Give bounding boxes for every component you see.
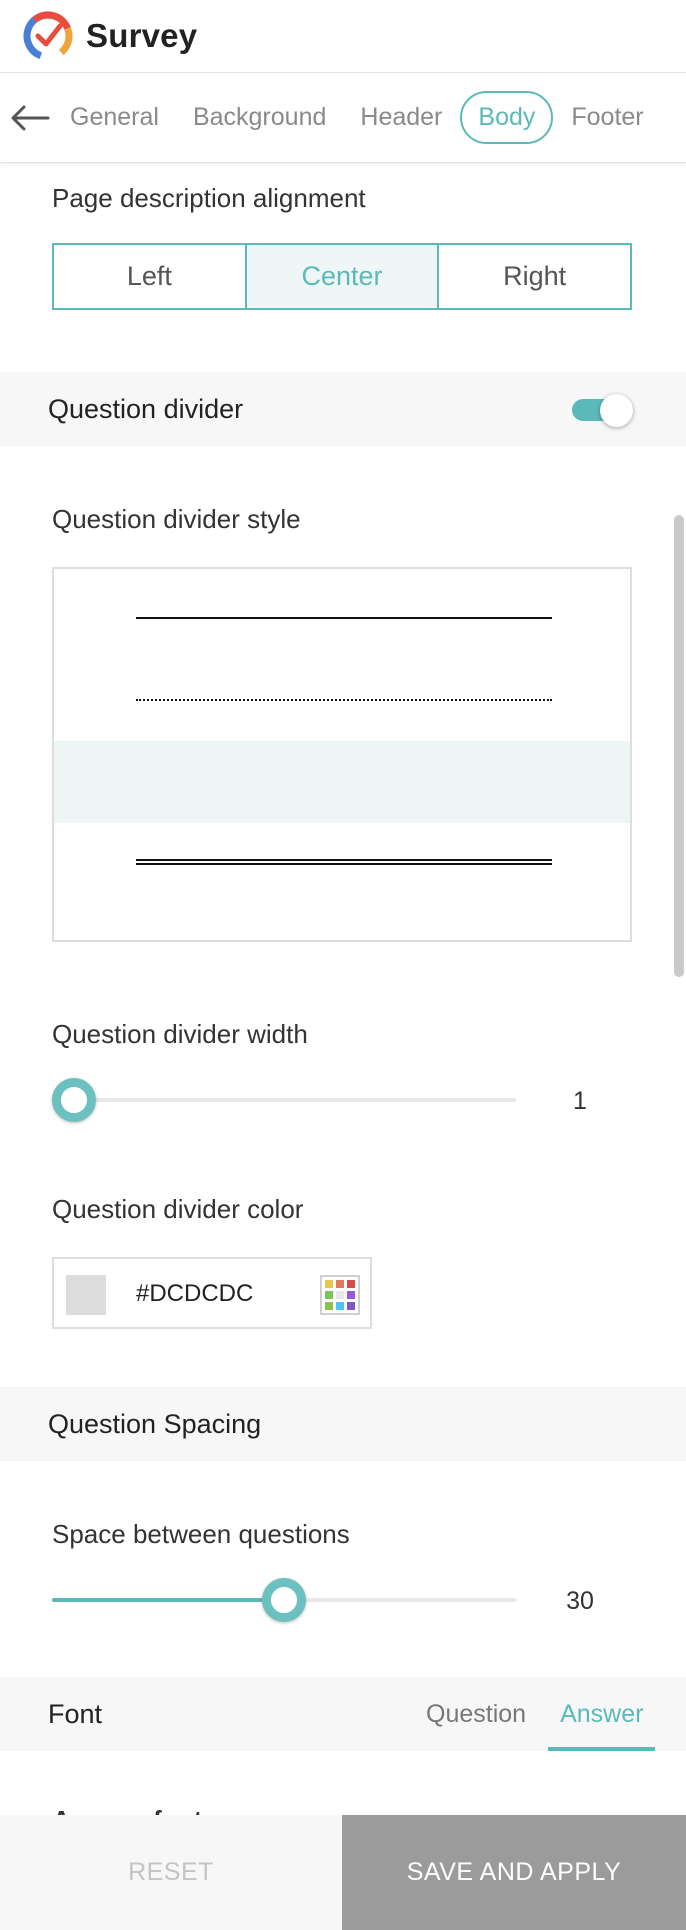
- question-spacing-value: 30: [566, 1587, 594, 1615]
- question-spacing-title: Question Spacing: [48, 1408, 262, 1439]
- divider-style-solid[interactable]: [54, 577, 630, 659]
- slider-thumb[interactable]: [52, 1078, 96, 1122]
- divider-color-field[interactable]: #DCDCDC: [52, 1257, 372, 1329]
- answer-font-label: Answer font: [52, 1805, 202, 1815]
- app-header: Survey: [0, 0, 686, 73]
- align-center-button[interactable]: Center: [246, 245, 440, 308]
- divider-style-dashed[interactable]: [54, 741, 630, 823]
- tab-footer[interactable]: Footer: [571, 93, 643, 142]
- question-divider-title: Question divider: [48, 393, 244, 424]
- tab-general[interactable]: General: [70, 93, 159, 142]
- divider-style-dotted[interactable]: [54, 659, 630, 741]
- toggle-knob: [600, 394, 633, 427]
- font-tabs: Question Answer: [404, 1677, 656, 1751]
- color-hex-value: #DCDCDC: [136, 1280, 254, 1307]
- back-arrow-icon[interactable]: [10, 103, 50, 133]
- content-scrollbar[interactable]: [674, 515, 684, 977]
- settings-tabs: General Background Header Body Footer: [0, 73, 686, 163]
- reset-button[interactable]: RESET: [0, 1815, 342, 1930]
- font-tab-answer[interactable]: Answer: [548, 1677, 656, 1751]
- font-title: Font: [48, 1698, 103, 1729]
- question-divider-width-label: Question divider width: [52, 1019, 308, 1049]
- body-settings-panel: Page description alignment Left Center R…: [0, 163, 686, 1815]
- tab-header[interactable]: Header: [360, 93, 442, 142]
- dashed-line: [136, 780, 552, 781]
- color-palette-icon[interactable]: [320, 1275, 360, 1315]
- question-divider-section: Question divider: [0, 372, 686, 446]
- divider-style-list: [52, 567, 632, 942]
- alignment-segmented-control: Left Center Right: [52, 243, 632, 310]
- align-right-button[interactable]: Right: [439, 245, 631, 308]
- divider-style-double[interactable]: [54, 823, 630, 905]
- space-between-questions-label: Space between questions: [52, 1519, 350, 1549]
- slider-thumb[interactable]: [262, 1578, 306, 1622]
- divider-width-slider[interactable]: [52, 1075, 516, 1125]
- question-divider-style-label: Question divider style: [52, 504, 301, 534]
- question-spacing-section: Question Spacing: [0, 1387, 686, 1461]
- question-spacing-slider[interactable]: [52, 1575, 516, 1625]
- solid-line: [136, 617, 552, 619]
- font-section: Font Question Answer: [0, 1677, 686, 1751]
- question-divider-toggle[interactable]: [572, 394, 634, 427]
- dotted-line: [136, 699, 552, 701]
- font-tab-question[interactable]: Question: [414, 1677, 538, 1751]
- bottom-action-bar: RESET SAVE AND APPLY: [0, 1815, 686, 1930]
- save-and-apply-button[interactable]: SAVE AND APPLY: [342, 1815, 686, 1930]
- align-left-button[interactable]: Left: [54, 245, 247, 308]
- tab-background[interactable]: Background: [193, 93, 326, 142]
- survey-logo-icon: [23, 11, 73, 61]
- question-divider-color-label: Question divider color: [52, 1194, 304, 1224]
- app-title: Survey: [86, 17, 198, 54]
- tab-body[interactable]: Body: [460, 91, 554, 144]
- page-description-alignment-label: Page description alignment: [52, 183, 366, 213]
- slider-fill: [52, 1598, 284, 1602]
- divider-width-value: 1: [573, 1087, 587, 1115]
- color-swatch: [66, 1275, 106, 1315]
- slider-track: [52, 1098, 516, 1102]
- double-line: [136, 859, 552, 865]
